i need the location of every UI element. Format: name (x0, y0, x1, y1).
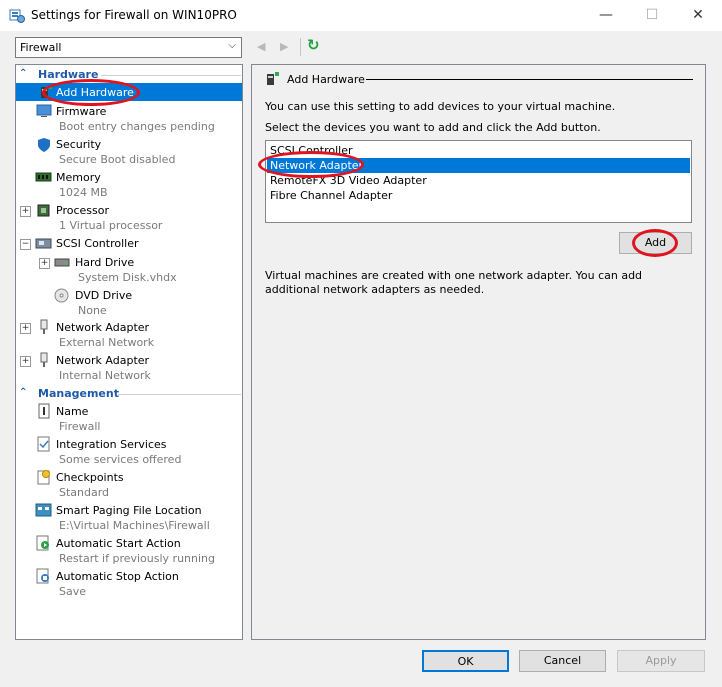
scsi-controller-icon (35, 238, 52, 249)
refresh-icon[interactable]: ↻ (307, 36, 320, 54)
close-button[interactable]: ✕ (675, 0, 721, 31)
forward-icon[interactable]: ▶ (280, 40, 288, 53)
panel-instruction: Select the devices you want to add and c… (265, 121, 601, 134)
hard-drive-icon (54, 258, 70, 267)
collapse-icon[interactable]: − (20, 239, 31, 250)
tree-item-network-adapter-internal[interactable]: + Network Adapter Internal Network (16, 352, 242, 384)
annotation-circle (42, 79, 140, 106)
tree-item-sub: Internal Network (59, 369, 151, 382)
firmware-icon (36, 104, 52, 117)
tree-item-scsi-controller[interactable]: − SCSI Controller (16, 235, 242, 253)
vm-select[interactable]: Firewall ⌵ (15, 37, 242, 58)
ok-button[interactable]: OK (422, 650, 509, 672)
tree-item-label: Automatic Stop Action (56, 570, 179, 583)
heading-rule (366, 79, 693, 80)
tree-item-hard-drive[interactable]: + Hard Drive System Disk.vhdx (16, 254, 242, 286)
tree-item-label: Automatic Start Action (56, 537, 181, 550)
name-icon (38, 403, 50, 419)
tree-item-network-adapter-external[interactable]: + Network Adapter External Network (16, 319, 242, 351)
vm-select-value: Firewall (20, 41, 62, 54)
tree-item-label: SCSI Controller (56, 237, 139, 250)
tree-item-smart-paging[interactable]: Smart Paging File Location E:\Virtual Ma… (16, 502, 242, 534)
integration-services-icon (37, 436, 50, 452)
tree-item-security[interactable]: Security Secure Boot disabled (16, 136, 242, 168)
tree-item-label: Firmware (56, 105, 107, 118)
expand-icon[interactable]: + (20, 323, 31, 334)
tree-item-sub: Save (59, 585, 87, 598)
tree-item-label: Checkpoints (56, 471, 124, 484)
device-list-item[interactable]: Fibre Channel Adapter (267, 188, 690, 203)
tree-item-label: Processor (56, 204, 109, 217)
tree-item-dvd-drive[interactable]: DVD Drive None (16, 287, 242, 319)
network-adapter-icon (40, 352, 48, 367)
tree-item-label: Hard Drive (75, 256, 135, 269)
shield-icon (38, 138, 50, 152)
tree-item-name[interactable]: Name Firewall (16, 403, 242, 435)
annotation-circle (258, 151, 364, 178)
tree-item-sub: External Network (59, 336, 155, 349)
expand-icon[interactable]: + (39, 258, 50, 269)
tree-item-sub: System Disk.vhdx (78, 271, 177, 284)
memory-icon (35, 172, 52, 182)
tree-item-integration-services[interactable]: Integration Services Some services offer… (16, 436, 242, 468)
tree-item-sub: Secure Boot disabled (59, 153, 176, 166)
collapse-hardware-icon[interactable]: ⌃ (19, 68, 27, 79)
tree-item-automatic-start-action[interactable]: Automatic Start Action Restart if previo… (16, 535, 242, 567)
tree-item-sub: Some services offered (59, 453, 182, 466)
panel-note: Virtual machines are created with one ne… (265, 269, 643, 296)
expand-icon[interactable]: + (20, 356, 31, 367)
settings-tree[interactable]: ⌃ Hardware Add Hardware Firmware Boot en… (15, 64, 243, 640)
tree-item-label: DVD Drive (75, 289, 133, 302)
tree-item-label: Network Adapter (56, 321, 150, 334)
tree-item-memory[interactable]: Memory 1024 MB (16, 169, 242, 201)
tree-item-checkpoints[interactable]: Checkpoints Standard (16, 469, 242, 501)
tree-item-label: Network Adapter (56, 354, 150, 367)
hyperv-settings-icon (9, 9, 25, 23)
section-management: Management (38, 387, 119, 400)
tree-item-sub: None (78, 304, 107, 317)
tree-item-automatic-stop-action[interactable]: Automatic Stop Action Save (16, 568, 242, 600)
tree-item-label: Memory (56, 171, 101, 184)
tree-item-sub: 1 Virtual processor (59, 219, 163, 232)
tree-item-sub: Restart if previously running (59, 552, 215, 565)
tree-item-sub: Boot entry changes pending (59, 120, 215, 133)
tree-item-label: Security (56, 138, 102, 151)
nav-divider (300, 38, 301, 56)
section-divider (118, 394, 241, 395)
tree-item-firmware[interactable]: Firmware Boot entry changes pending (16, 103, 242, 135)
automatic-start-icon (36, 535, 49, 551)
network-adapter-icon (40, 319, 48, 334)
checkpoints-icon (37, 470, 50, 485)
apply-button[interactable]: Apply (617, 650, 705, 672)
chevron-down-icon: ⌵ (228, 40, 236, 51)
tree-item-sub: 1024 MB (59, 186, 108, 199)
tree-item-label: Name (56, 405, 89, 418)
tree-item-sub: Firewall (59, 420, 101, 433)
tree-item-label: Integration Services (56, 438, 167, 451)
section-divider (101, 75, 241, 76)
tree-item-processor[interactable]: + Processor 1 Virtual processor (16, 202, 242, 234)
window-title: Settings for Firewall on WIN10PRO (31, 8, 237, 22)
panel-heading: Add Hardware (287, 73, 365, 86)
dvd-drive-icon (54, 288, 69, 303)
cancel-button[interactable]: Cancel (519, 650, 606, 672)
title-bar: Settings for Firewall on WIN10PRO — ☐ ✕ (0, 0, 722, 31)
panel-intro: You can use this setting to add devices … (265, 100, 616, 113)
annotation-circle (632, 229, 678, 257)
automatic-stop-icon (36, 568, 49, 584)
add-hardware-icon (267, 72, 279, 85)
details-panel: Add Hardware You can use this setting to… (251, 64, 706, 640)
tree-item-label: Smart Paging File Location (56, 504, 202, 517)
processor-icon (37, 204, 50, 217)
tree-item-sub: E:\Virtual Machines\Firewall (59, 519, 210, 532)
smart-paging-icon (35, 503, 52, 517)
back-icon[interactable]: ◀ (257, 40, 265, 53)
minimize-button[interactable]: — (583, 0, 629, 31)
collapse-management-icon[interactable]: ⌃ (19, 387, 27, 398)
tree-item-sub: Standard (59, 486, 110, 499)
maximize-button[interactable]: ☐ (629, 0, 675, 31)
expand-icon[interactable]: + (20, 206, 31, 217)
